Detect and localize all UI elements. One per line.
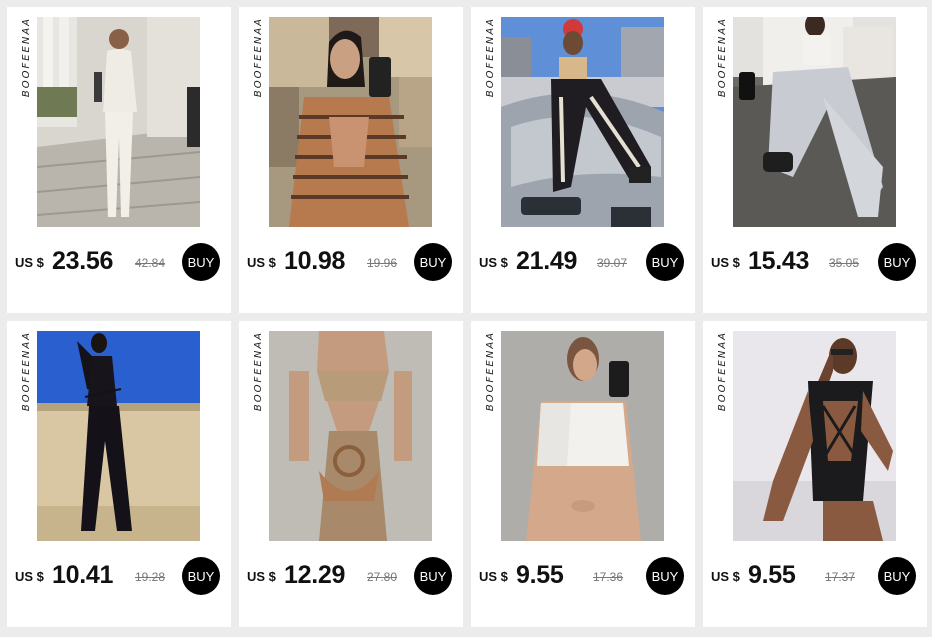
buy-button[interactable]: BUY	[646, 557, 684, 595]
product-image[interactable]	[269, 331, 432, 541]
price-row: US $ 9.55 17.37 BUY	[711, 557, 919, 595]
product-card[interactable]: BOOFEENAA US $ 9.55 17.37 BUY	[703, 321, 927, 627]
product-card[interactable]: BOOFEENAA US $ 9.55 17.36 BUY	[471, 321, 695, 627]
model-knit-cutout-dress-icon	[269, 331, 432, 541]
product-image[interactable]	[37, 331, 200, 541]
price-row: US $ 10.41 19.28 BUY	[15, 557, 223, 595]
model-white-cardigan-set-icon	[37, 17, 200, 227]
price-row: US $ 10.98 19.96 BUY	[247, 243, 455, 281]
price: 9.55	[748, 561, 796, 589]
price: 21.49	[516, 247, 578, 275]
buy-button[interactable]: BUY	[414, 243, 452, 281]
price: 15.43	[748, 247, 810, 275]
price: 10.98	[284, 247, 346, 275]
original-price: 17.37	[825, 570, 856, 584]
currency-label: US $	[711, 255, 740, 270]
price: 10.41	[52, 561, 114, 589]
price-row: US $ 9.55 17.36 BUY	[479, 557, 687, 595]
original-price: 27.80	[367, 570, 398, 584]
price-row: US $ 15.43 35.05 BUY	[711, 243, 919, 281]
model-grey-sweatpants-icon	[733, 17, 896, 227]
product-image[interactable]	[733, 331, 896, 541]
product-image[interactable]	[501, 331, 664, 541]
currency-label: US $	[711, 569, 740, 584]
product-card[interactable]: BOOFEENAA US $ 21.49 39.07 BUY	[471, 7, 695, 313]
buy-button[interactable]: BUY	[878, 243, 916, 281]
product-image[interactable]	[501, 17, 664, 227]
buy-button[interactable]: BUY	[182, 243, 220, 281]
product-image[interactable]	[269, 17, 432, 227]
model-striped-cutout-top-icon	[269, 17, 432, 227]
product-card[interactable]: BOOFEENAA US $ 12.29 27.80 BUY	[239, 321, 463, 627]
currency-label: US $	[15, 255, 44, 270]
buy-button[interactable]: BUY	[878, 557, 916, 595]
original-price: 17.36	[593, 570, 624, 584]
price-row: US $ 21.49 39.07 BUY	[479, 243, 687, 281]
original-price: 19.96	[367, 256, 398, 270]
original-price: 42.84	[135, 256, 166, 270]
buy-button[interactable]: BUY	[414, 557, 452, 595]
product-image[interactable]	[37, 17, 200, 227]
price-row: US $ 23.56 42.84 BUY	[15, 243, 223, 281]
model-black-lace-up-bodysuit-icon	[733, 331, 896, 541]
currency-label: US $	[247, 255, 276, 270]
price: 23.56	[52, 247, 114, 275]
model-skeleton-pants-on-car-icon	[501, 17, 664, 227]
product-image[interactable]	[733, 17, 896, 227]
original-price: 19.28	[135, 570, 166, 584]
original-price: 35.05	[829, 256, 860, 270]
currency-label: US $	[247, 569, 276, 584]
currency-label: US $	[479, 569, 508, 584]
buy-button[interactable]: BUY	[182, 557, 220, 595]
buy-button[interactable]: BUY	[646, 243, 684, 281]
price: 12.29	[284, 561, 346, 589]
product-card[interactable]: BOOFEENAA US $ 15.43 35.05 BUY	[703, 7, 927, 313]
price: 9.55	[516, 561, 564, 589]
model-black-flare-jumpsuit-icon	[37, 331, 200, 541]
product-card[interactable]: BOOFEENAA US $ 10.41 19.28 BUY	[7, 321, 231, 627]
price-row: US $ 12.29 27.80 BUY	[247, 557, 455, 595]
original-price: 39.07	[597, 256, 628, 270]
product-card[interactable]: BOOFEENAA US $ 23.56 42.84 BUY	[7, 7, 231, 313]
product-card[interactable]: BOOFEENAA US $ 10.98 19.96 BUY	[239, 7, 463, 313]
product-grid: BOOFEENAA US $ 23.56 42.84 BUY BOOFEENAA…	[7, 7, 927, 630]
currency-label: US $	[479, 255, 508, 270]
currency-label: US $	[15, 569, 44, 584]
model-white-crop-tank-icon	[501, 331, 664, 541]
